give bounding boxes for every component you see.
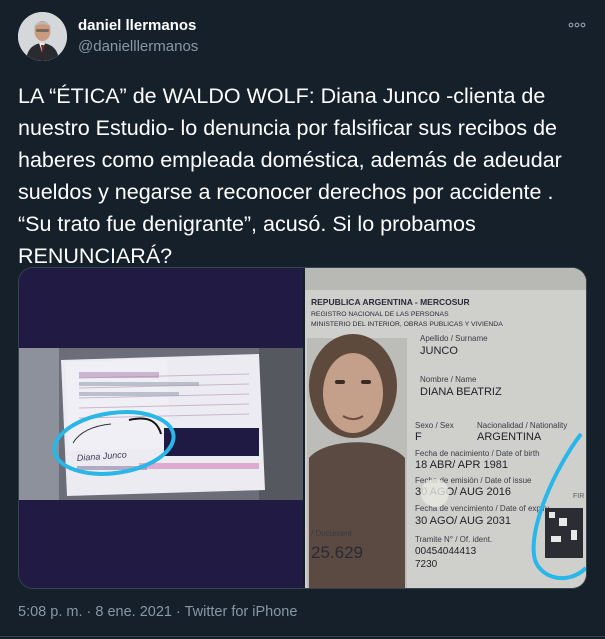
author-name[interactable]: daniel llermanos [78,17,196,34]
id-nationality-label: Nacionalidad / Nationality [477,421,567,430]
id-given-name: DIANA BEATRIZ [420,386,502,398]
tweet-media[interactable]: Diana Junco REPUBLICA ARGENTINA - MERCOS… [18,267,587,589]
avatar[interactable] [18,12,67,61]
id-tramite-suffix: 7230 [415,559,438,570]
id-dob-label: Fecha de nacimiento / Date of birth [415,449,540,458]
id-surname: JUNCO [420,345,458,357]
id-expiry-date: 30 AGO/ AUG 2031 [415,515,511,527]
receipt-photo-illustration: Diana Junco [19,268,303,588]
meta-separator: · [171,604,185,620]
id-tramite-number: 00454044413 [415,546,477,557]
id-document-label: / Document [311,529,353,538]
person-avatar-icon [18,12,67,61]
id-header-3: MINISTERIO DEL INTERIOR, OBRAS PUBLICAS … [311,321,503,328]
media-photo-id-card[interactable]: REPUBLICA ARGENTINA - MERCOSUR REGISTRO … [305,268,586,588]
id-nationality: ARGENTINA [477,431,542,443]
more-horizontal-icon [568,22,586,28]
id-side-text: FIR [573,493,584,500]
author-handle[interactable]: @danielllermanos [78,38,198,55]
id-surname-label: Apellido / Surname [420,334,488,343]
tweet-meta: 5:08 p. m. · 8 ene. 2021 · Twitter for i… [18,604,297,620]
id-sex: F [415,431,422,443]
id-header-1: REPUBLICA ARGENTINA - MERCOSUR [311,297,470,307]
tweet-date[interactable]: 8 ene. 2021 [95,604,172,620]
id-tramite-label: Tramite N° / Of. ident. [415,535,492,544]
tweet-text: LA “ÉTICA” de WALDO WOLF: Diana Junco -c… [18,84,562,268]
id-card-illustration: REPUBLICA ARGENTINA - MERCOSUR REGISTRO … [305,268,586,588]
id-name-label: Nombre / Name [420,375,477,384]
tweet-source[interactable]: Twitter for iPhone [185,604,298,620]
id-dob: 18 ABR/ APR 1981 [415,459,508,471]
id-header-2: REGISTRO NACIONAL DE LAS PERSONAS [311,311,449,318]
id-sex-label: Sexo / Sex [415,421,454,430]
tweet-time[interactable]: 5:08 p. m. [18,604,82,620]
media-photo-receipt[interactable]: Diana Junco [19,268,303,588]
more-options-button[interactable] [566,15,588,35]
divider [0,636,605,637]
id-document-number: 25.629 [311,543,363,562]
meta-separator: · [82,604,96,620]
